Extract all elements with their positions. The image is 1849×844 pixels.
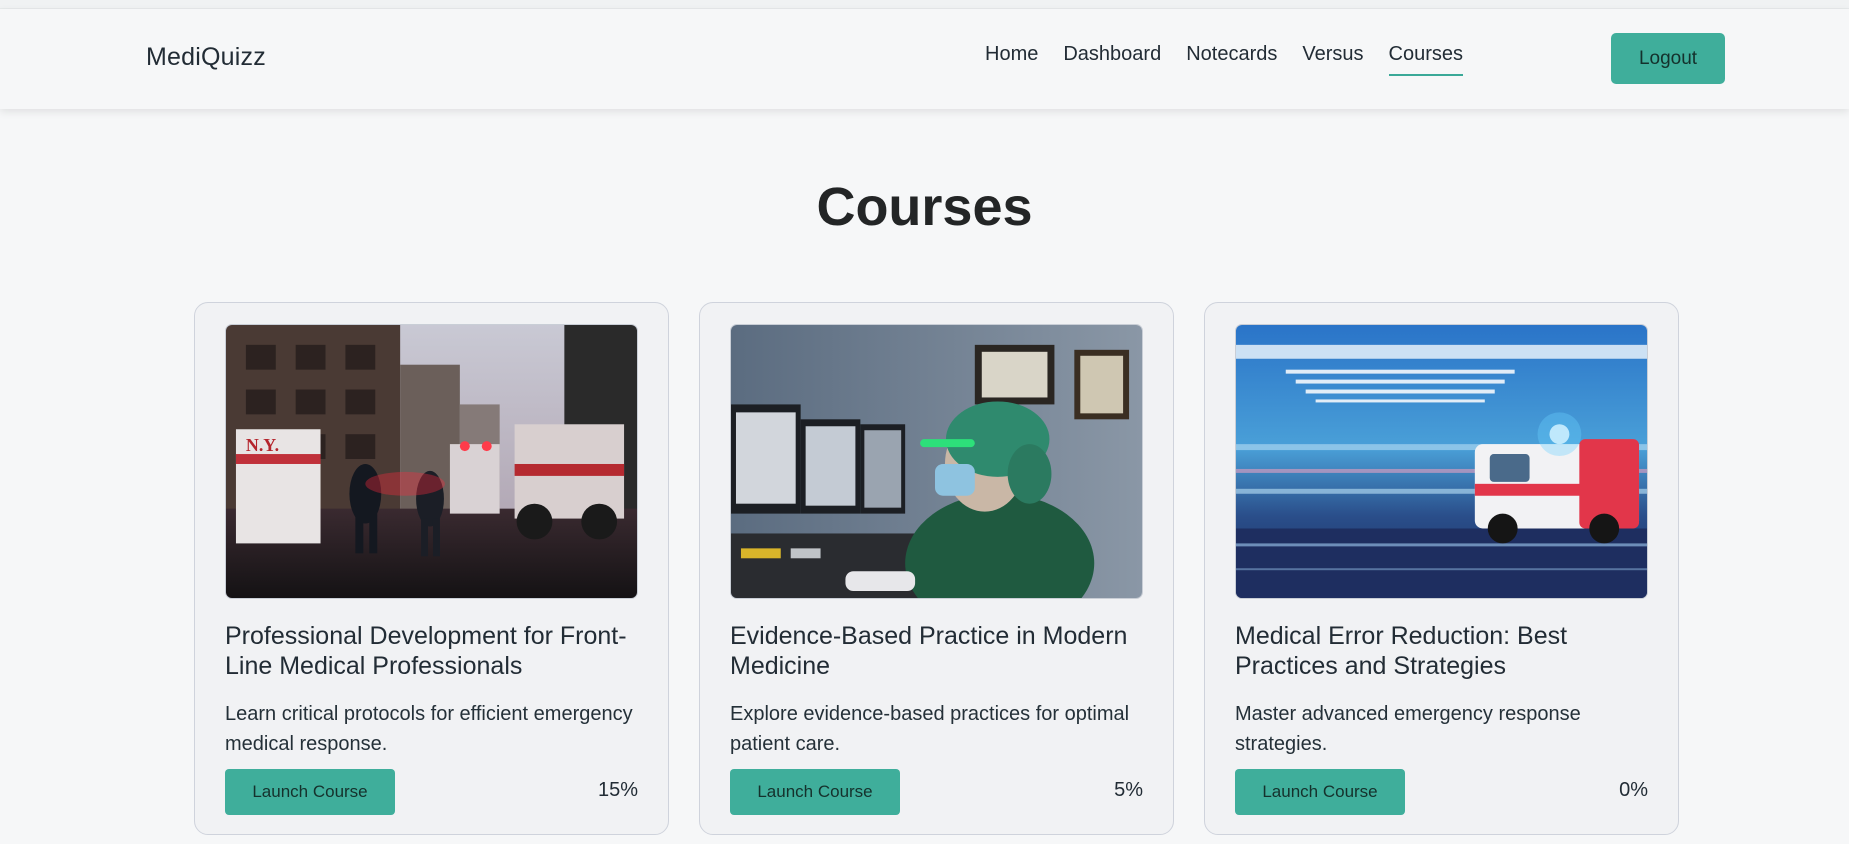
- course-card: Evidence-Based Practice in Modern Medici…: [699, 302, 1174, 835]
- course-image-surgeon-monitors: [730, 324, 1143, 599]
- course-card: Medical Error Reduction: Best Practices …: [1204, 302, 1679, 835]
- launch-course-button[interactable]: Launch Course: [730, 769, 900, 815]
- ny-sign: N.Y.: [246, 435, 279, 455]
- nav-link-versus[interactable]: Versus: [1302, 43, 1363, 76]
- launch-course-button[interactable]: Launch Course: [225, 769, 395, 815]
- course-image-ambulance-street: N.Y.: [225, 324, 638, 599]
- course-progress: 0%: [1619, 779, 1648, 801]
- navbar: MediQuizz Home Dashboard Notecards Versu…: [0, 9, 1849, 109]
- course-image-speeding-ambulance: [1235, 324, 1648, 599]
- top-border: [0, 0, 1849, 9]
- brand-logo[interactable]: MediQuizz: [146, 43, 266, 72]
- course-title: Professional Development for Front-Line …: [225, 622, 627, 680]
- nav-link-dashboard[interactable]: Dashboard: [1063, 43, 1161, 76]
- course-progress: 15%: [597, 779, 638, 801]
- page-title: Courses: [816, 177, 1033, 237]
- course-description: Learn critical protocols for efficient e…: [225, 703, 633, 755]
- logout-button[interactable]: Logout: [1611, 33, 1725, 84]
- course-title: Evidence-Based Practice in Modern Medici…: [730, 622, 1128, 680]
- course-description: Master advanced emergency response strat…: [1235, 703, 1581, 755]
- course-title: Medical Error Reduction: Best Practices …: [1235, 622, 1568, 680]
- course-progress: 5%: [1114, 779, 1143, 801]
- nav-link-home[interactable]: Home: [985, 43, 1038, 76]
- launch-course-button[interactable]: Launch Course: [1235, 769, 1405, 815]
- nav-links: Home Dashboard Notecards Versus Courses: [985, 43, 1463, 76]
- nav-link-courses[interactable]: Courses: [1388, 43, 1463, 76]
- course-card: N.Y. Professional Development for Front-…: [194, 302, 669, 835]
- course-description: Explore evidence-based practices for opt…: [730, 703, 1130, 755]
- nav-link-notecards[interactable]: Notecards: [1186, 43, 1277, 76]
